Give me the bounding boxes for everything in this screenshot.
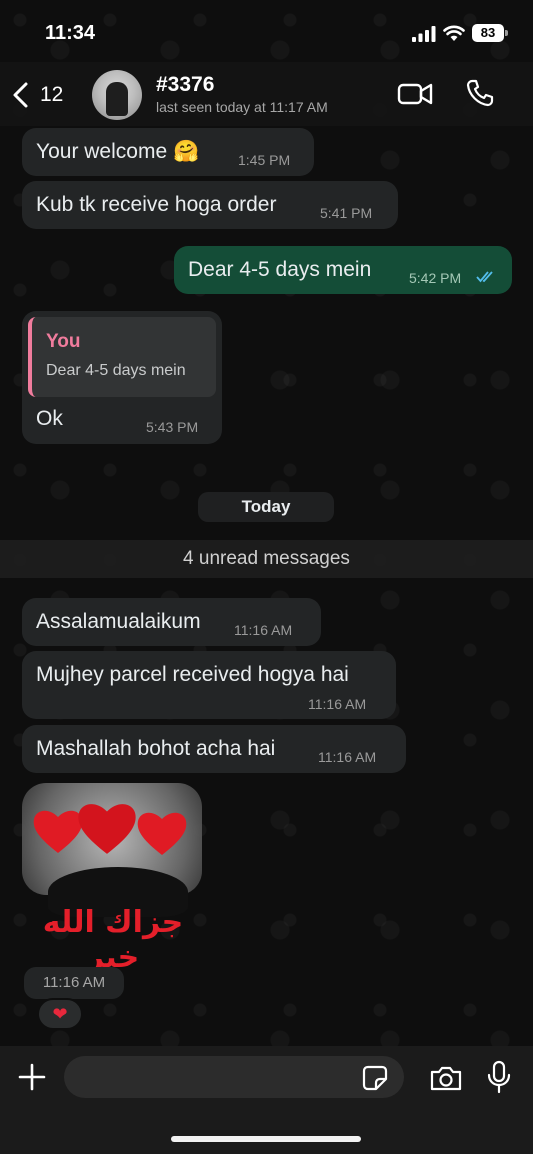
reaction-badge[interactable]: ❤ bbox=[37, 998, 83, 1030]
message-bubble-reply[interactable]: You Dear 4-5 days mein Ok 5:43 PM bbox=[22, 311, 222, 444]
battery-indicator: 83 bbox=[472, 24, 504, 42]
avatar-figure bbox=[106, 82, 128, 116]
battery-cap bbox=[505, 30, 508, 36]
signal-icon bbox=[412, 26, 436, 42]
home-indicator bbox=[171, 1136, 361, 1142]
message-time: 11:16 AM bbox=[234, 622, 293, 638]
message-text: Assalamualaikum bbox=[36, 610, 201, 633]
message-bubble-incoming[interactable]: Your welcome 🤗 1:45 PM bbox=[22, 128, 314, 176]
date-divider: Today bbox=[198, 492, 334, 522]
read-receipt-icon bbox=[476, 271, 493, 283]
wifi-icon bbox=[443, 25, 465, 41]
heart-icon bbox=[78, 804, 136, 854]
message-text: Kub tk receive hoga order bbox=[36, 193, 277, 216]
chat-header: 12 #3376 last seen today at 11:17 AM bbox=[0, 62, 533, 126]
message-text: Dear 4-5 days mein bbox=[188, 258, 372, 281]
status-bar: 11:34 83 bbox=[0, 0, 533, 62]
status-time: 11:34 bbox=[45, 22, 96, 44]
message-bubble-incoming[interactable]: Mashallah bohot acha hai 11:16 AM bbox=[22, 725, 406, 773]
message-time: 5:43 PM bbox=[146, 419, 199, 435]
avatar[interactable] bbox=[92, 70, 142, 120]
sticker-icon[interactable] bbox=[362, 1065, 388, 1091]
heart-reaction-icon: ❤ bbox=[52, 1004, 68, 1024]
sticker-message[interactable]: جزاك الله خير bbox=[22, 783, 202, 975]
message-text: Your welcome 🤗 bbox=[36, 140, 200, 163]
message-input[interactable] bbox=[64, 1056, 404, 1098]
sticker-time: 11:16 AM bbox=[24, 967, 124, 999]
back-button[interactable]: 12 bbox=[10, 78, 63, 112]
message-text: Mujhey parcel received hogya hai bbox=[36, 663, 349, 686]
camera-icon[interactable] bbox=[429, 1064, 463, 1092]
last-seen-status: last seen today at 11:17 AM bbox=[156, 99, 328, 115]
unread-messages-banner: 4 unread messages bbox=[0, 540, 533, 578]
video-call-icon[interactable] bbox=[397, 80, 435, 108]
message-time: 5:42 PM bbox=[409, 270, 462, 286]
unread-chats-count: 12 bbox=[40, 83, 64, 106]
message-bubble-outgoing[interactable]: Dear 4-5 days mein 5:42 PM bbox=[174, 246, 512, 294]
message-time: 11:16 AM bbox=[308, 696, 367, 712]
quoted-text: Dear 4-5 days mein bbox=[46, 362, 186, 379]
plus-icon[interactable] bbox=[18, 1063, 46, 1091]
back-chevron-icon bbox=[13, 82, 28, 108]
message-text: Mashallah bohot acha hai bbox=[36, 737, 276, 760]
mic-icon[interactable] bbox=[486, 1060, 512, 1094]
phone-icon[interactable] bbox=[465, 78, 495, 108]
heart-icon bbox=[137, 812, 187, 855]
contact-name[interactable]: #3376 bbox=[156, 73, 214, 97]
message-text: Ok bbox=[36, 407, 63, 430]
message-bubble-incoming[interactable]: Kub tk receive hoga order 5:41 PM bbox=[22, 181, 398, 229]
message-time: 11:16 AM bbox=[318, 749, 377, 765]
message-time: 1:45 PM bbox=[238, 152, 291, 168]
quoted-message[interactable]: You Dear 4-5 days mein bbox=[28, 317, 216, 397]
message-time: 5:41 PM bbox=[320, 205, 373, 221]
message-bubble-incoming[interactable]: Mujhey parcel received hogya hai 11:16 A… bbox=[22, 651, 396, 719]
message-input-bar bbox=[0, 1046, 533, 1154]
sticker-caption: جزاك الله خير bbox=[42, 905, 184, 975]
message-bubble-incoming[interactable]: Assalamualaikum 11:16 AM bbox=[22, 598, 321, 646]
quoted-author: You bbox=[46, 331, 81, 352]
